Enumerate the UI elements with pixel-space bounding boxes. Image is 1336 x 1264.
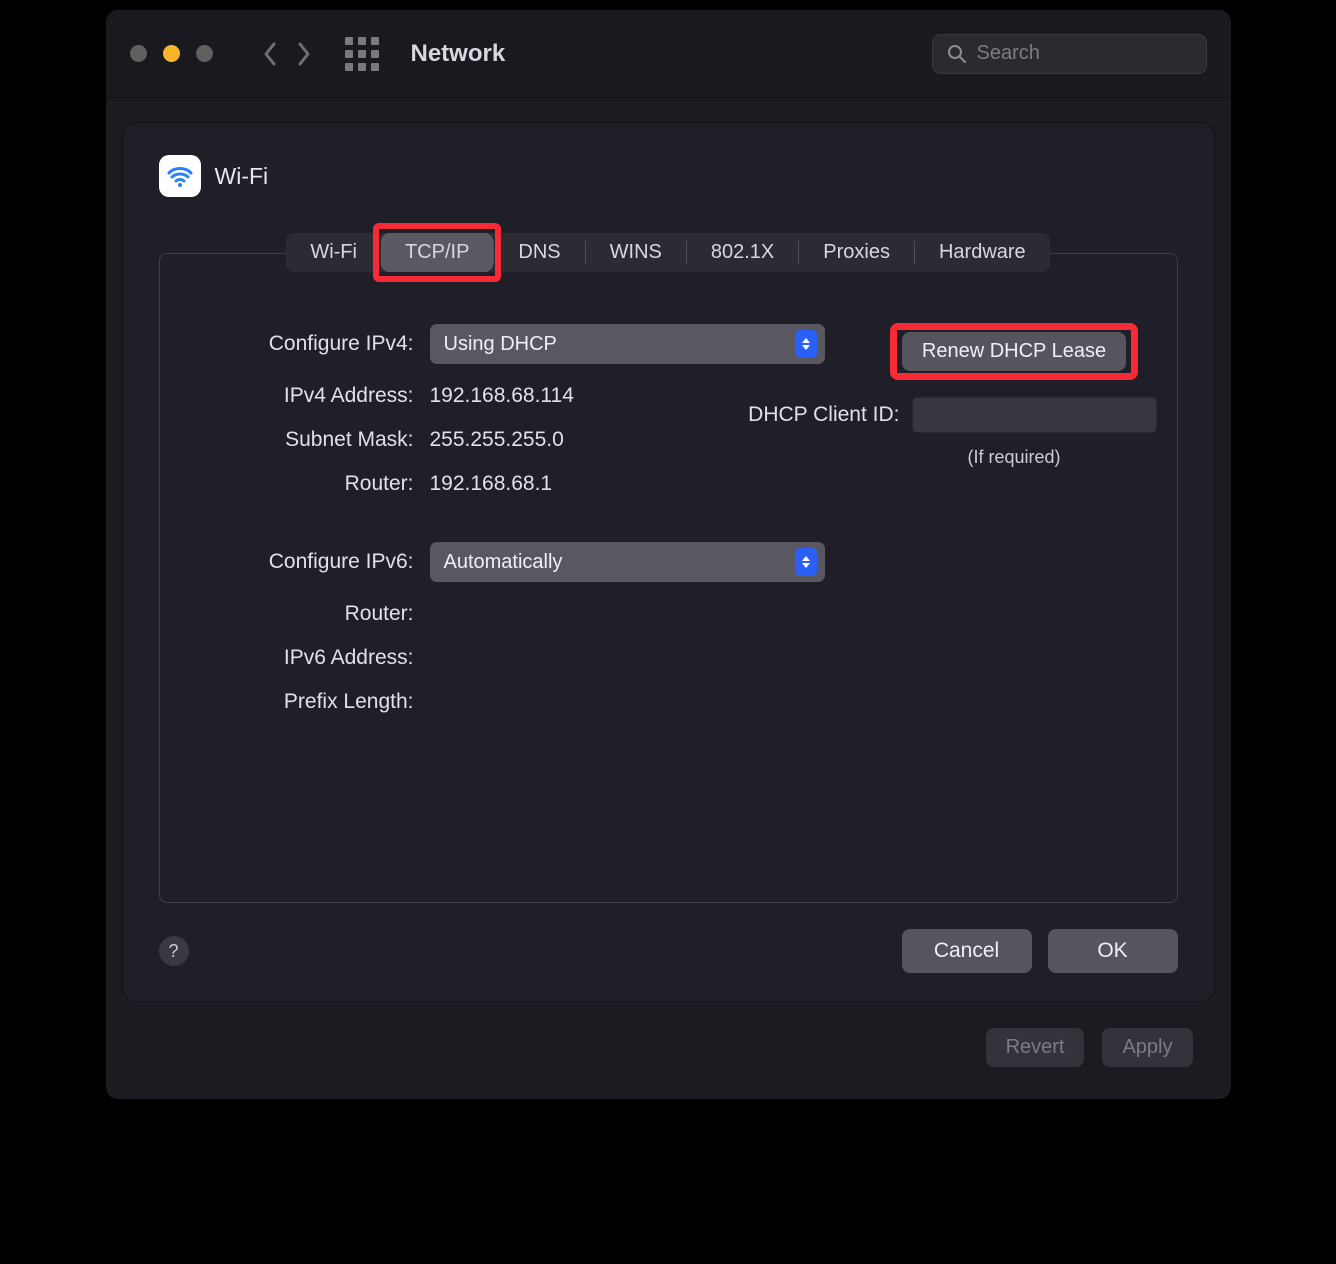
tab-wifi[interactable]: Wi-Fi (286, 233, 381, 272)
label-prefix-length: Prefix Length: (180, 690, 430, 714)
tab-bar: Wi-Fi TCP/IP DNS WINS 802.1X Proxies Har… (286, 233, 1049, 272)
tab-hardware[interactable]: Hardware (915, 233, 1050, 272)
search-placeholder: Search (977, 42, 1040, 65)
label-dhcp-client-id: DHCP Client ID: (748, 403, 899, 427)
preferences-window: Network Search Wi-Fi Wi-Fi TCP/IP (106, 10, 1231, 1099)
window-title: Network (411, 40, 506, 68)
select-configure-ipv6[interactable]: Automatically (430, 542, 825, 582)
label-configure-ipv4: Configure IPv4: (180, 332, 430, 356)
back-button[interactable] (261, 40, 279, 68)
window-footer: Revert Apply (106, 1002, 1231, 1099)
search-field[interactable]: Search (932, 34, 1207, 74)
close-window-icon[interactable] (130, 45, 147, 62)
ok-button[interactable]: OK (1048, 929, 1178, 973)
all-prefs-grid-icon[interactable] (345, 37, 379, 71)
dhcp-client-id-row: DHCP Client ID: (872, 397, 1157, 433)
select-configure-ipv4[interactable]: Using DHCP (430, 324, 825, 364)
sheet-footer: ? Cancel OK (159, 929, 1178, 973)
nav-arrows (261, 40, 313, 68)
label-subnet-mask: Subnet Mask: (180, 428, 430, 452)
value-ipv4-router: 192.168.68.1 (430, 472, 553, 496)
tab-proxies[interactable]: Proxies (799, 233, 914, 272)
value-ipv4-address: 192.168.68.114 (430, 384, 574, 408)
select-arrows-icon (795, 330, 817, 358)
traffic-lights (130, 45, 213, 62)
zoom-window-icon[interactable] (196, 45, 213, 62)
tab-8021x[interactable]: 802.1X (687, 233, 798, 272)
label-configure-ipv6: Configure IPv6: (180, 550, 430, 574)
renew-highlight: Renew DHCP Lease (894, 324, 1134, 379)
renew-dhcp-lease-button[interactable]: Renew DHCP Lease (902, 332, 1126, 371)
tab-content: Configure IPv4: Using DHCP IPv4 Address:… (159, 253, 1178, 903)
sheet-title: Wi-Fi (215, 163, 269, 190)
search-icon (947, 44, 967, 64)
label-if-required: (If required) (967, 447, 1060, 468)
settings-sheet: Wi-Fi Wi-Fi TCP/IP DNS WINS 802.1X Proxi… (122, 122, 1215, 1002)
revert-button[interactable]: Revert (986, 1028, 1085, 1067)
right-column: Renew DHCP Lease DHCP Client ID: (If req… (872, 324, 1157, 862)
cancel-button[interactable]: Cancel (902, 929, 1032, 973)
title-bar: Network Search (106, 10, 1231, 98)
value-subnet-mask: 255.255.255.0 (430, 428, 564, 452)
forward-button[interactable] (295, 40, 313, 68)
label-ipv4-address: IPv4 Address: (180, 384, 430, 408)
input-dhcp-client-id[interactable] (912, 397, 1157, 433)
wifi-icon (159, 155, 201, 197)
minimize-window-icon[interactable] (163, 45, 180, 62)
label-ipv6-address: IPv6 Address: (180, 646, 430, 670)
label-ipv4-router: Router: (180, 472, 430, 496)
help-button[interactable]: ? (159, 936, 189, 966)
tab-tcpip[interactable]: TCP/IP (381, 233, 493, 272)
label-ipv6-router: Router: (180, 602, 430, 626)
tab-wins[interactable]: WINS (586, 233, 686, 272)
apply-button[interactable]: Apply (1102, 1028, 1192, 1067)
sheet-header: Wi-Fi (159, 155, 1178, 197)
select-arrows-icon (795, 548, 817, 576)
tab-dns[interactable]: DNS (494, 233, 584, 272)
